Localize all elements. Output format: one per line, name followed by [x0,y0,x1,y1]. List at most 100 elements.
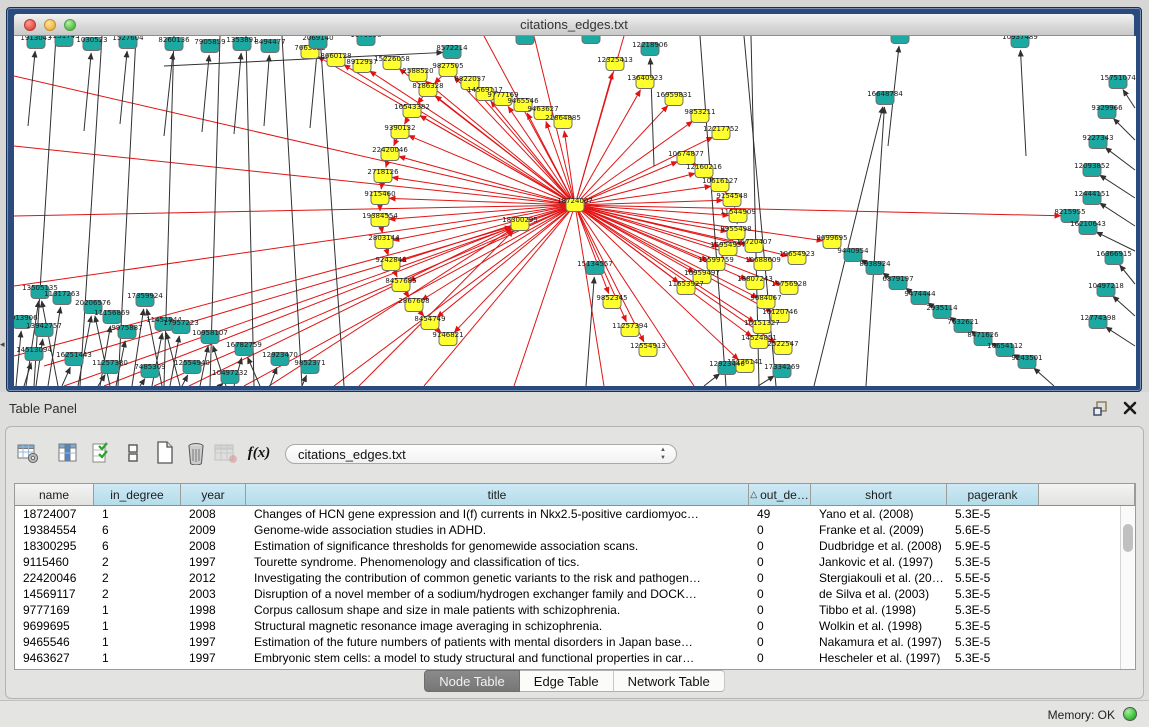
table-cell[interactable]: Franke et al. (2009) [811,522,947,538]
table-cell[interactable]: 5.5E-5 [947,570,1039,586]
column-header-out_degree[interactable]: △out_de… [749,484,811,506]
table-cell[interactable]: Yano et al. (2008) [811,506,947,522]
table-cell[interactable]: 9463627 [15,650,94,666]
table-cell[interactable]: Structural magnetic resonance image aver… [246,618,749,634]
column-checks-icon[interactable] [88,439,114,467]
graph-edge[interactable] [28,51,35,126]
table-cell[interactable]: 5.9E-5 [947,538,1039,554]
graph-edge[interactable] [14,205,575,356]
tab-network-table[interactable]: Network Table [614,670,725,692]
table-cell[interactable]: 2003 [181,586,246,602]
graph-edge[interactable] [120,51,127,124]
table-cell[interactable]: 0 [749,602,811,618]
delete-trash-icon[interactable] [183,439,209,467]
graph-edge[interactable] [392,177,575,205]
column-header-year[interactable]: year [181,484,246,506]
graph-edge[interactable] [234,53,241,134]
graph-edge[interactable] [14,205,575,216]
table-settings-icon[interactable] [15,439,41,467]
table-cell[interactable]: Stergiakouli et al. (2012) [811,570,947,586]
table-cell[interactable]: 9699695 [15,618,94,634]
tab-edge-table[interactable]: Edge Table [520,670,614,692]
graph-edge[interactable] [1113,296,1135,316]
graph-edge[interactable] [24,363,31,386]
graph-edge[interactable] [1034,368,1054,386]
table-cell[interactable]: 5.3E-5 [947,506,1039,522]
graph-edge[interactable] [334,205,575,386]
network-canvas[interactable]: 1872400718300295982750581863281654338293… [14,36,1136,386]
table-row[interactable]: 1830029562008Estimation of significance … [15,538,1135,554]
table-cell[interactable]: 5.3E-5 [947,634,1039,650]
graph-edge[interactable] [399,156,575,205]
table-row[interactable]: 1872400712008Changes of HCN gene express… [15,506,1135,522]
table-cell[interactable]: 2009 [181,522,246,538]
tab-node-table[interactable]: Node Table [424,670,520,692]
table-cell[interactable]: Corpus callosum shape and size in male p… [246,602,749,618]
graph-edge[interactable] [514,205,575,386]
table-cell[interactable]: Embryonic stem cells: a model to study s… [246,650,749,666]
graph-edge[interactable] [575,90,641,205]
table-cell[interactable]: 1997 [181,554,246,570]
table-row[interactable]: 911546021997Tourette syndrome. Phenomeno… [15,554,1135,570]
graph-edge[interactable] [1123,90,1135,108]
table-row[interactable]: 2242004622012Investigating the contribut… [15,570,1135,586]
graph-edge[interactable] [1020,50,1026,156]
graph-edge[interactable] [1096,232,1135,251]
panel-collapse-arrow[interactable]: ◂ [0,340,5,349]
table-row[interactable]: 1456911722003Disruption of a novel membe… [15,586,1135,602]
table-cell[interactable]: 2008 [181,506,246,522]
table-cell[interactable]: 0 [749,554,811,570]
show-column-icon[interactable] [55,439,81,467]
graph-edge[interactable] [189,228,512,386]
column-header-pagerank[interactable]: pagerank [947,484,1039,506]
table-cell[interactable]: 1 [94,618,181,634]
graph-edge[interactable] [302,375,307,386]
graph-edge[interactable] [95,316,110,386]
table-cell[interactable]: Genome-wide association studies in ADHD. [246,522,749,538]
new-table-icon[interactable] [152,439,178,467]
table-cell[interactable]: Changes of HCN gene expression and I(f) … [246,506,749,522]
graph-edge[interactable] [14,146,575,205]
table-cell[interactable]: 1997 [181,650,246,666]
table-cell[interactable]: 5.6E-5 [947,522,1039,538]
table-row[interactable]: 969969511998Structural magnetic resonanc… [15,618,1135,634]
table-cell[interactable]: Wolkin et al. (1998) [811,618,947,634]
table-cell[interactable]: 2 [94,586,181,602]
table-cell[interactable]: 2 [94,570,181,586]
close-panel-icon[interactable] [1123,401,1137,415]
table-selector-dropdown[interactable]: citations_edges.txt ▲▼ [285,444,677,464]
table-cell[interactable]: 18300295 [15,538,94,554]
table-cell[interactable]: 1998 [181,618,246,634]
table-cell[interactable]: 9115460 [15,554,94,570]
graph-edge[interactable] [575,205,823,241]
table-cell[interactable]: 5.3E-5 [947,650,1039,666]
table-row[interactable]: 1938455462009Genome-wide association stu… [15,522,1135,538]
table-cell[interactable]: 5.3E-5 [947,554,1039,570]
graph-edge[interactable] [264,55,269,126]
table-cell[interactable]: Hescheler et al. (1997) [811,650,947,666]
table-cell[interactable]: 5.3E-5 [947,586,1039,602]
table-cell[interactable]: 0 [749,650,811,666]
table-cell[interactable]: 2008 [181,538,246,554]
table-cell[interactable]: 1 [94,650,181,666]
table-cell[interactable]: de Silva et al. (2003) [811,586,947,602]
table-cell[interactable]: Disruption of a novel member of a sodium… [246,586,749,602]
table-cell[interactable]: Estimation of the future numbers of pati… [246,634,749,650]
graph-edge[interactable] [1113,118,1135,140]
table-cell[interactable]: 1997 [181,634,246,650]
table-cell[interactable]: 19384554 [15,522,94,538]
table-cell[interactable]: Tourette syndrome. Phenomenology and cla… [246,554,749,570]
table-cell[interactable]: 2 [94,554,181,570]
window-titlebar[interactable]: citations_edges.txt [14,14,1134,36]
graph-edge[interactable] [310,51,317,128]
graph-edge[interactable] [16,331,21,386]
column-header-in_degree[interactable]: in_degree [94,484,181,506]
table-cell[interactable]: 1 [94,506,181,522]
graph-edge[interactable] [320,36,344,386]
table-cell[interactable]: 22420046 [15,570,94,586]
table-cell[interactable]: 0 [749,570,811,586]
scrollbar-thumb[interactable] [1123,524,1133,552]
column-header-title[interactable]: title [246,484,749,506]
graph-edge[interactable] [182,375,188,386]
graph-edge[interactable] [704,374,720,386]
